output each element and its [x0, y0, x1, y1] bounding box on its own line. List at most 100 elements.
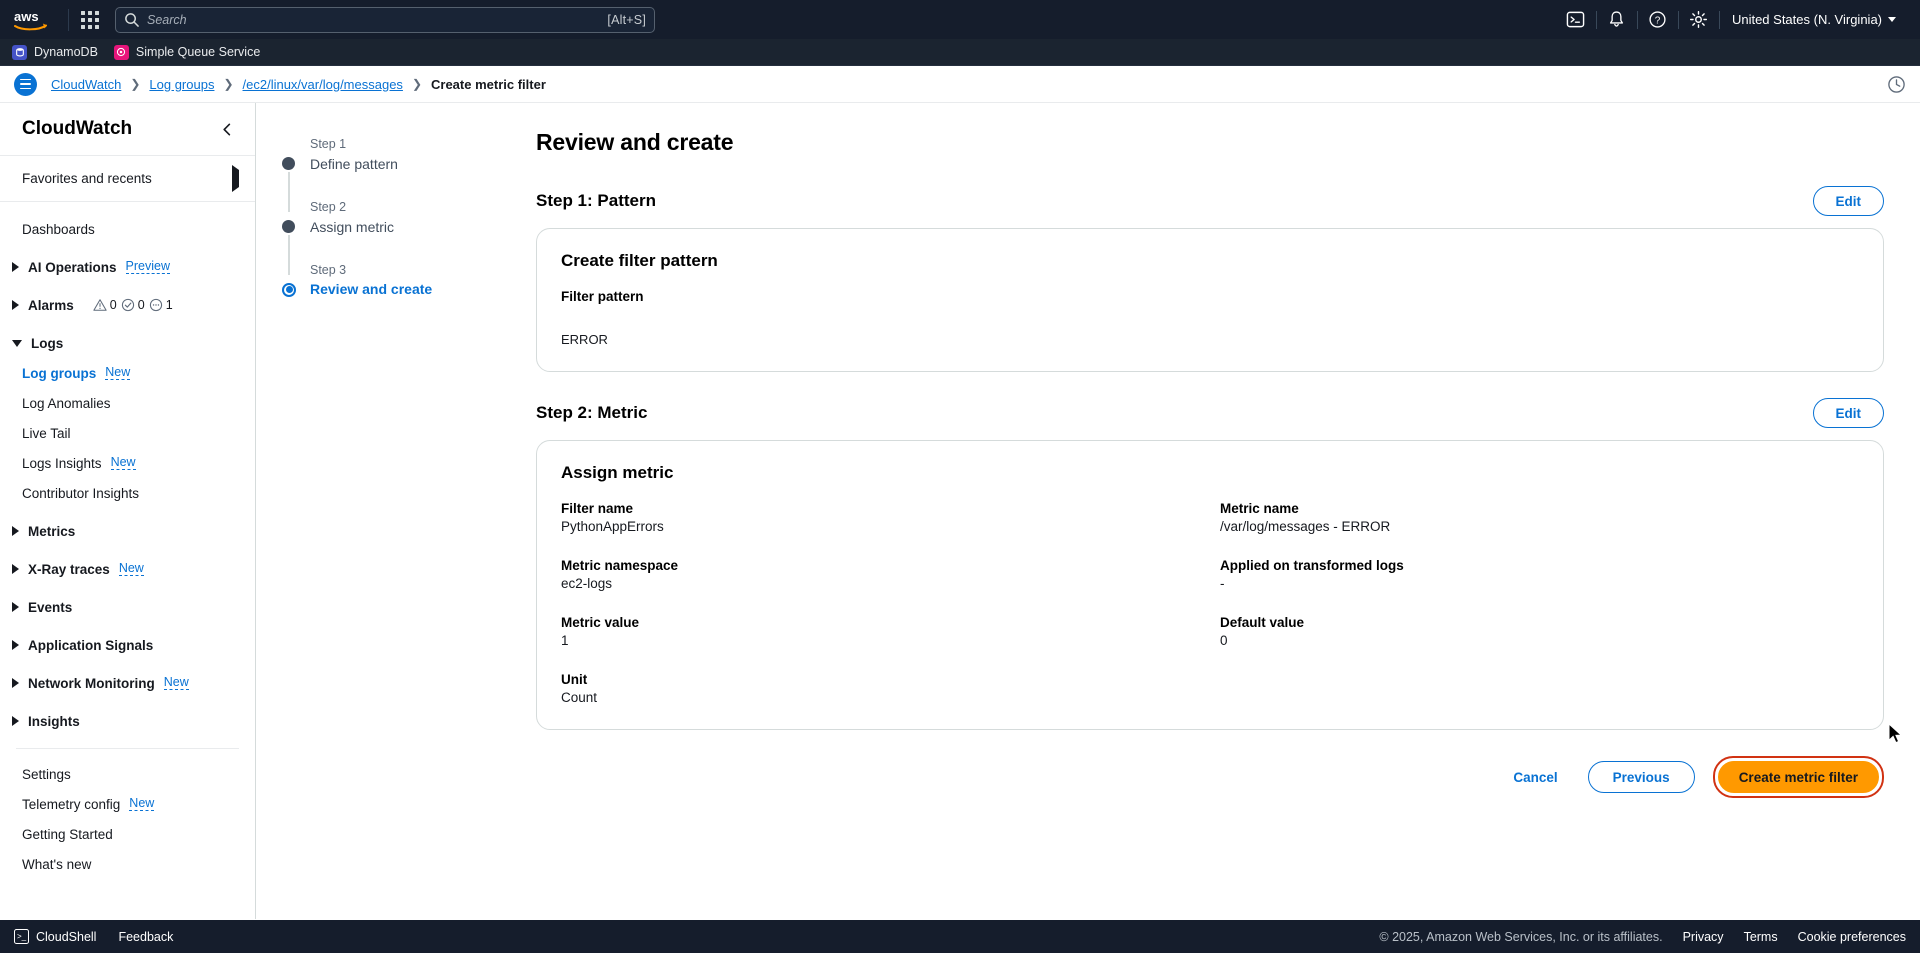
chevron-right-icon	[12, 602, 19, 612]
wizard-steps-navigation: Step 1 Define pattern Step 2 Assign metr…	[256, 129, 526, 919]
sidebar-item-metrics[interactable]: Metrics	[0, 516, 255, 546]
cancel-button[interactable]: Cancel	[1501, 764, 1569, 791]
notifications-bell-icon[interactable]	[1597, 0, 1637, 39]
edit-metric-button[interactable]: Edit	[1813, 398, 1885, 428]
assign-metric-card: Assign metric Filter name PythonAppError…	[536, 440, 1884, 730]
breadcrumb-item-log-group-name[interactable]: /ec2/linux/var/log/messages	[243, 77, 403, 92]
sidebar-item-label: Getting Started	[22, 827, 113, 842]
field-label: Default value	[1220, 615, 1859, 630]
sidebar-item-contributor-insights[interactable]: Contributor Insights	[0, 478, 255, 508]
search-input[interactable]	[147, 13, 607, 27]
search-input-wrapper[interactable]: [Alt+S]	[115, 7, 655, 33]
favorites-bar: DynamoDB Simple Queue Service	[0, 39, 1920, 66]
chevron-left-icon[interactable]	[216, 118, 239, 141]
sidebar-item-network-monitoring[interactable]: Network Monitoring New	[0, 668, 255, 698]
filter-pattern-value: ERROR	[561, 332, 1859, 347]
settings-gear-icon[interactable]	[1679, 0, 1719, 39]
alarm-status-ok: 0	[121, 298, 145, 312]
favorite-sqs[interactable]: Simple Queue Service	[114, 45, 260, 60]
sidebar-header: CloudWatch	[0, 103, 255, 156]
page-body: CloudWatch Favorites and recents Dashboa…	[0, 103, 1920, 919]
breadcrumb-item-log-groups[interactable]: Log groups	[149, 77, 214, 92]
field-value: ec2-logs	[561, 576, 1200, 591]
sidebar-item-insights[interactable]: Insights	[0, 706, 255, 736]
field-label: Metric namespace	[561, 558, 1200, 573]
svg-text:?: ?	[1655, 15, 1661, 26]
cloudshell-label: CloudShell	[36, 930, 96, 944]
wizard-step-2[interactable]: Step 2 Assign metric	[278, 198, 526, 238]
sidebar-title: CloudWatch	[22, 118, 132, 140]
sidebar-item-logs-insights[interactable]: Logs Insights New	[0, 448, 255, 478]
sidebar-item-label: Live Tail	[22, 426, 71, 441]
wizard-step-1[interactable]: Step 1 Define pattern	[278, 135, 526, 175]
help-question-icon[interactable]: ?	[1638, 0, 1678, 39]
sidebar-item-getting-started[interactable]: Getting Started	[0, 819, 255, 849]
new-badge: New	[164, 676, 189, 691]
sidebar-item-settings[interactable]: Settings	[0, 759, 255, 789]
sidebar-item-logs[interactable]: Logs	[0, 328, 255, 358]
sidebar-item-log-anomalies[interactable]: Log Anomalies	[0, 388, 255, 418]
sidebar-item-whats-new[interactable]: What's new	[0, 849, 255, 879]
region-selector[interactable]: United States (N. Virginia)	[1720, 0, 1906, 39]
feedback-footer-button[interactable]: Feedback	[118, 930, 173, 944]
alarm-warning-icon	[93, 298, 107, 312]
previous-button[interactable]: Previous	[1588, 761, 1695, 793]
footer-link-privacy[interactable]: Privacy	[1683, 930, 1724, 944]
metric-fields-grid: Filter name PythonAppErrors Metric name …	[561, 501, 1859, 705]
search-shortcut-hint: [Alt+S]	[607, 13, 646, 27]
breadcrumb-current-page: Create metric filter	[431, 77, 546, 92]
new-badge: New	[129, 797, 154, 812]
sidebar-item-label: Settings	[22, 767, 71, 782]
breadcrumb-item-cloudwatch[interactable]: CloudWatch	[51, 77, 121, 92]
breadcrumb: CloudWatch ❯ Log groups ❯ /ec2/linux/var…	[51, 77, 546, 92]
field-value: -	[1220, 576, 1859, 591]
step-dot-icon	[282, 220, 295, 233]
footer-link-cookie-preferences[interactable]: Cookie preferences	[1798, 930, 1906, 944]
sidebar-divider	[16, 748, 239, 749]
chevron-right-icon	[12, 300, 19, 310]
dynamodb-icon	[12, 45, 27, 60]
sidebar-item-events[interactable]: Events	[0, 592, 255, 622]
step-dot-icon-active	[282, 283, 296, 297]
section-header-pattern: Step 1: Pattern Edit	[536, 186, 1884, 216]
edit-pattern-button[interactable]: Edit	[1813, 186, 1885, 216]
aws-logo[interactable]: aws	[12, 8, 50, 32]
field-value: PythonAppErrors	[561, 519, 1200, 534]
field-value: 1	[561, 633, 1200, 648]
history-clock-icon[interactable]	[1887, 75, 1906, 94]
footer-link-terms[interactable]: Terms	[1744, 930, 1778, 944]
sidebar-item-ai-operations[interactable]: AI Operations Preview	[0, 252, 255, 282]
sidebar-item-live-tail[interactable]: Live Tail	[0, 418, 255, 448]
footer-right-group: © 2025, Amazon Web Services, Inc. or its…	[1379, 930, 1906, 944]
favorite-dynamodb[interactable]: DynamoDB	[12, 45, 98, 60]
step-name-label: Define pattern	[310, 154, 526, 175]
page-footer: >_ CloudShell Feedback © 2025, Amazon We…	[0, 920, 1920, 953]
cloudshell-footer-button[interactable]: >_ CloudShell	[14, 929, 96, 944]
chevron-down-icon	[1888, 17, 1896, 22]
step-name-label: Review and create	[310, 279, 526, 300]
create-metric-filter-button[interactable]: Create metric filter	[1718, 761, 1879, 793]
chevron-right-icon	[12, 262, 19, 272]
field-value: Count	[561, 690, 1200, 705]
app-grid-icon[interactable]	[79, 9, 101, 31]
preview-badge: Preview	[126, 260, 170, 275]
sidebar-toggle-button[interactable]	[14, 73, 37, 96]
wizard-step-3[interactable]: Step 3 Review and create	[278, 261, 526, 301]
sidebar-item-application-signals[interactable]: Application Signals	[0, 630, 255, 660]
sidebar-item-dashboards[interactable]: Dashboards	[0, 214, 255, 244]
top-navigation-bar: aws [Alt+S]	[0, 0, 1920, 39]
sidebar-item-alarms[interactable]: Alarms 0	[0, 290, 255, 320]
favorite-label: DynamoDB	[34, 45, 98, 59]
cloudshell-icon[interactable]	[1556, 0, 1596, 39]
sidebar-item-label: Alarms	[28, 298, 74, 313]
new-badge: New	[105, 366, 130, 381]
sidebar-item-label: Metrics	[28, 524, 75, 539]
sidebar-item-favorites-and-recents[interactable]: Favorites and recents	[0, 156, 255, 202]
sidebar-item-label: Events	[28, 600, 72, 615]
sidebar-item-telemetry-config[interactable]: Telemetry config New	[0, 789, 255, 819]
sidebar-item-label: AI Operations	[28, 260, 117, 275]
cloudshell-icon: >_	[14, 929, 29, 944]
chevron-right-icon	[12, 526, 19, 536]
sidebar-item-log-groups[interactable]: Log groups New	[0, 358, 255, 388]
sidebar-item-xray-traces[interactable]: X-Ray traces New	[0, 554, 255, 584]
